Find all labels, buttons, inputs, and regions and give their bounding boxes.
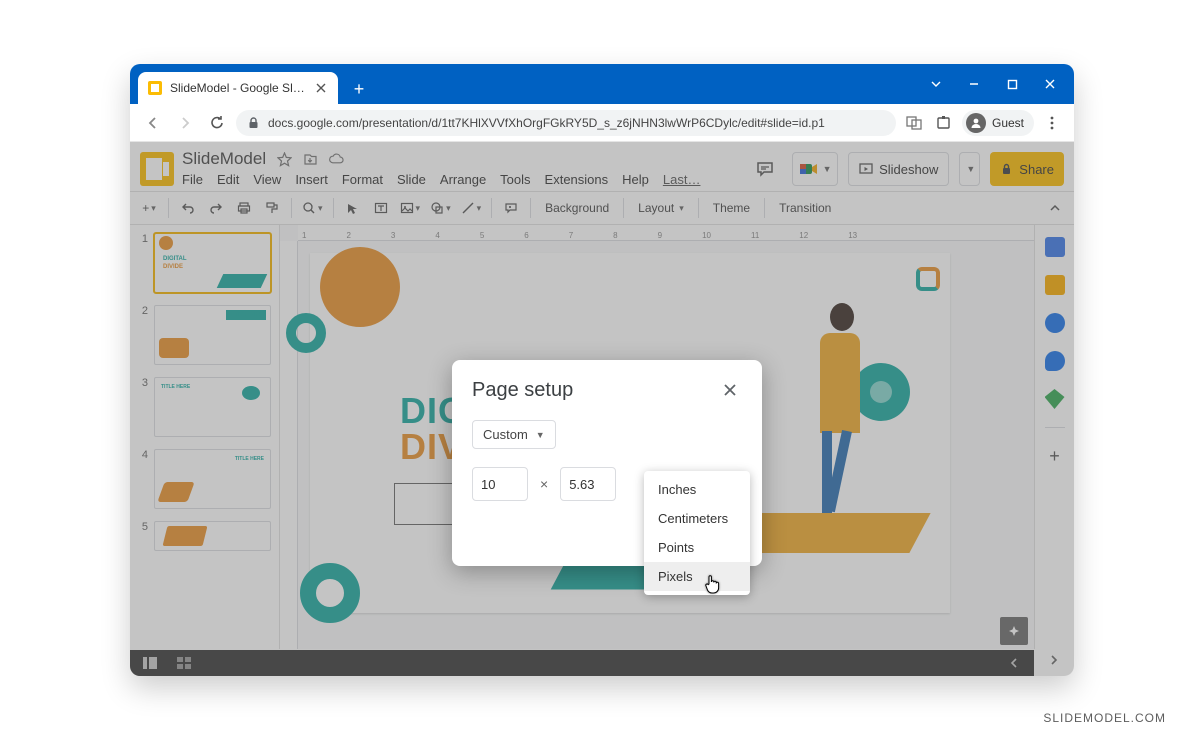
dialog-title: Page setup bbox=[472, 379, 573, 402]
profile-chip[interactable]: Guest bbox=[962, 110, 1034, 136]
window-titlebar: SlideModel - Google Slides + bbox=[130, 64, 1074, 104]
window-close-icon[interactable] bbox=[1032, 64, 1068, 104]
guest-label: Guest bbox=[992, 116, 1024, 130]
tab-title: SlideModel - Google Slides bbox=[170, 81, 306, 95]
address-bar: docs.google.com/presentation/d/1tt7KHlXV… bbox=[130, 104, 1074, 142]
height-input[interactable] bbox=[560, 467, 616, 501]
width-input[interactable] bbox=[472, 467, 528, 501]
browser-window: SlideModel - Google Slides + docs.google… bbox=[130, 64, 1074, 676]
window-minimize-icon[interactable] bbox=[956, 64, 992, 104]
dialog-close-icon[interactable] bbox=[718, 378, 742, 402]
units-dropdown: Inches Centimeters Points Pixels bbox=[644, 471, 750, 595]
unit-option-centimeters[interactable]: Centimeters bbox=[644, 504, 750, 533]
slides-favicon bbox=[148, 81, 162, 95]
tab-close-icon[interactable] bbox=[314, 81, 328, 95]
watermark: SLIDEMODEL.COM bbox=[1043, 711, 1166, 725]
by-symbol: × bbox=[540, 476, 548, 492]
new-tab-button[interactable]: + bbox=[346, 76, 372, 102]
guest-avatar-icon bbox=[966, 113, 986, 133]
tabs-area: SlideModel - Google Slides + bbox=[130, 72, 918, 104]
overflow-menu-icon[interactable] bbox=[1040, 111, 1064, 135]
unit-option-inches[interactable]: Inches bbox=[644, 475, 750, 504]
extensions-icon[interactable] bbox=[932, 111, 956, 135]
page-preset-select[interactable]: Custom ▼ bbox=[472, 420, 556, 449]
url-box[interactable]: docs.google.com/presentation/d/1tt7KHlXV… bbox=[236, 110, 896, 136]
unit-option-points[interactable]: Points bbox=[644, 533, 750, 562]
page-preset-label: Custom bbox=[483, 427, 528, 442]
nav-forward-icon bbox=[172, 110, 198, 136]
url-text: docs.google.com/presentation/d/1tt7KHlXV… bbox=[268, 116, 825, 130]
window-maximize-icon[interactable] bbox=[994, 64, 1030, 104]
lock-icon bbox=[248, 117, 260, 129]
unit-option-pixels[interactable]: Pixels bbox=[644, 562, 750, 591]
nav-back-icon[interactable] bbox=[140, 110, 166, 136]
window-controls bbox=[918, 64, 1074, 104]
translate-icon[interactable] bbox=[902, 111, 926, 135]
chevron-down-icon: ▼ bbox=[536, 430, 545, 440]
browser-tab[interactable]: SlideModel - Google Slides bbox=[138, 72, 338, 104]
slides-app: SlideModel File Edit View Insert Format … bbox=[130, 142, 1074, 676]
nav-reload-icon[interactable] bbox=[204, 110, 230, 136]
window-dropdown-icon[interactable] bbox=[918, 64, 954, 104]
